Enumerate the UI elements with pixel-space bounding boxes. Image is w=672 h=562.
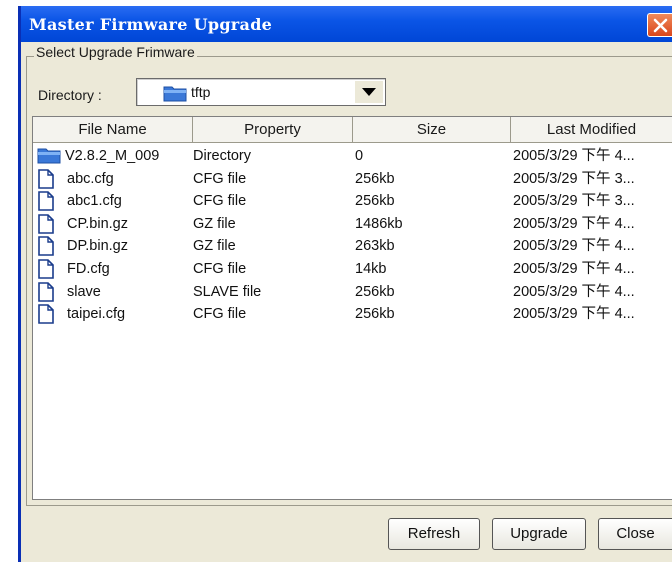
- size-cell: 256kb: [355, 283, 395, 300]
- folder-icon: [37, 148, 61, 164]
- folder-icon: [37, 146, 61, 169]
- size-cell: 263kb: [355, 238, 395, 255]
- group-legend: Select Upgrade Frimware: [34, 44, 197, 60]
- directory-dropdown-button[interactable]: [355, 81, 383, 103]
- table-row[interactable]: slave SLAVE file 256kb 2005/3/29 下午 4...: [33, 281, 672, 303]
- property-cell: Directory: [193, 148, 252, 164]
- last-modified-cell: 2005/3/29 下午 4...: [513, 148, 635, 164]
- property-cell: GZ file: [193, 215, 236, 232]
- file-icon: [38, 236, 54, 257]
- file-icon: [38, 304, 54, 324]
- file-name-cell: abc.cfg: [67, 170, 114, 187]
- size-cell: 14kb: [355, 261, 387, 277]
- file-name-cell: V2.8.2_M_009: [65, 148, 160, 164]
- refresh-button[interactable]: Refresh: [388, 518, 480, 550]
- last-modified-cell: 2005/3/29 下午 3...: [513, 170, 635, 187]
- size-cell: 0: [355, 148, 364, 164]
- file-icon: [38, 168, 54, 189]
- file-name-cell: taipei.cfg: [67, 306, 126, 323]
- property-cell: CFG file: [193, 170, 247, 187]
- table-row[interactable]: abc.cfg CFG file 256kb 2005/3/29 下午 3...: [33, 168, 672, 190]
- file-name-cell: abc1.cfg: [67, 193, 122, 210]
- file-name-cell: CP.bin.gz: [67, 215, 128, 232]
- window-close-button[interactable]: [647, 13, 672, 37]
- last-modified-cell: 2005/3/29 下午 3...: [513, 193, 635, 210]
- last-modified-cell: 2005/3/29 下午 4...: [513, 261, 635, 277]
- last-modified-cell: 2005/3/29 下午 4...: [513, 306, 635, 323]
- last-modified-cell: 2005/3/29 下午 4...: [513, 215, 635, 232]
- last-modified-cell: 2005/3/29 下午 4...: [513, 283, 635, 300]
- property-cell: CFG file: [193, 261, 247, 277]
- property-cell: CFG file: [193, 306, 247, 323]
- chevron-down-icon: [362, 88, 376, 96]
- file-icon: [38, 281, 54, 302]
- table-row[interactable]: FD.cfg CFG file 14kb 2005/3/29 下午 4...: [33, 258, 672, 280]
- table-row[interactable]: V2.8.2_M_009 Directory 0 2005/3/29 下午 4...: [33, 145, 672, 167]
- file-name-cell: DP.bin.gz: [67, 238, 128, 255]
- table-row[interactable]: abc1.cfg CFG file 256kb 2005/3/29 下午 3...: [33, 190, 672, 212]
- size-cell: 256kb: [355, 193, 395, 210]
- file-icon: [38, 259, 54, 279]
- file-icon: [38, 213, 54, 234]
- size-cell: 1486kb: [355, 215, 403, 232]
- table-row[interactable]: CP.bin.gz GZ file 1486kb 2005/3/29 下午 4...: [33, 213, 672, 235]
- file-name-cell: slave: [67, 283, 101, 300]
- property-cell: GZ file: [193, 238, 236, 255]
- column-header-property[interactable]: Property: [193, 117, 353, 143]
- table-row[interactable]: DP.bin.gz GZ file 263kb 2005/3/29 下午 4...: [33, 235, 672, 257]
- table-header: File Name Property Size Last Modified: [33, 117, 672, 143]
- file-icon: [38, 191, 54, 211]
- column-header-size[interactable]: Size: [353, 117, 511, 143]
- close-button[interactable]: Close: [598, 518, 672, 550]
- property-cell: SLAVE file: [193, 283, 262, 300]
- size-cell: 256kb: [355, 306, 395, 323]
- size-cell: 256kb: [355, 170, 395, 187]
- window-title: Master Firmware Upgrade: [29, 15, 273, 34]
- property-cell: CFG file: [193, 193, 247, 210]
- close-icon: [653, 18, 668, 33]
- folder-icon: [163, 86, 187, 102]
- file-name-cell: FD.cfg: [67, 261, 110, 277]
- column-header-file-name[interactable]: File Name: [33, 117, 193, 143]
- table-row[interactable]: taipei.cfg CFG file 256kb 2005/3/29 下午 4...: [33, 303, 672, 325]
- upgrade-button[interactable]: Upgrade: [492, 518, 586, 550]
- last-modified-cell: 2005/3/29 下午 4...: [513, 238, 635, 255]
- directory-value: tftp: [191, 84, 211, 100]
- directory-label: Directory :: [38, 87, 102, 103]
- file-table: File Name Property Size Last Modified V2…: [32, 116, 672, 500]
- directory-select[interactable]: tftp: [136, 78, 386, 106]
- file-icon: [37, 304, 55, 329]
- column-header-last-modified[interactable]: Last Modified: [511, 117, 672, 143]
- title-bar[interactable]: Master Firmware Upgrade: [21, 6, 672, 42]
